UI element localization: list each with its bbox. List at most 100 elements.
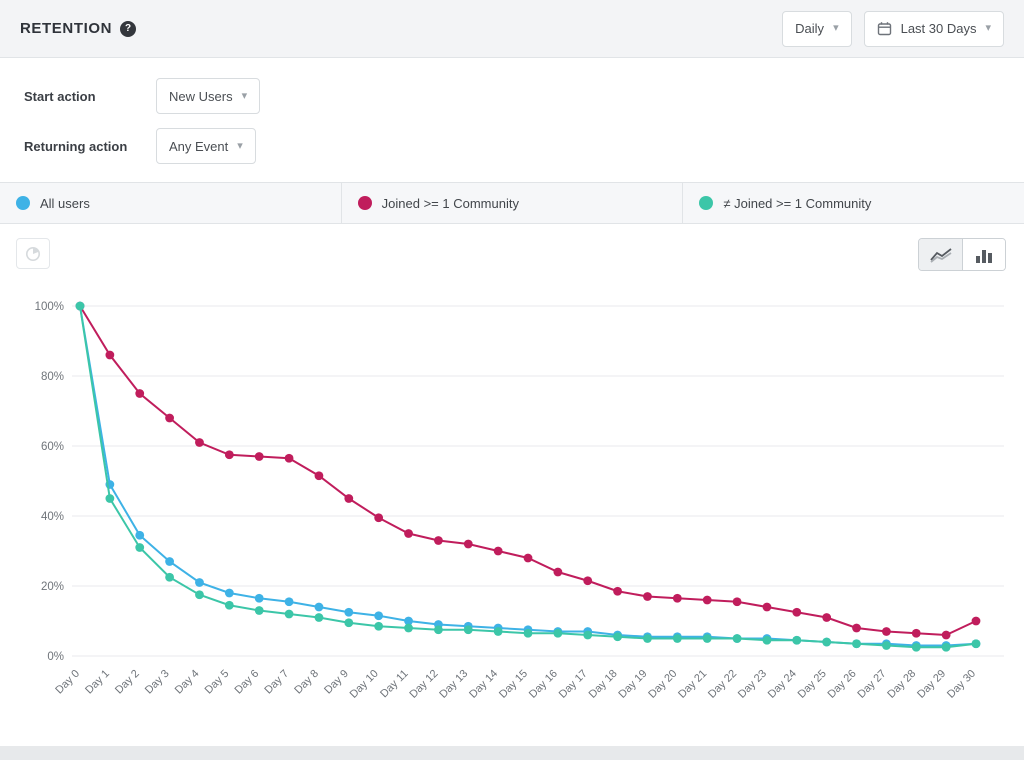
legend-item-all-users[interactable]: All users	[0, 183, 342, 223]
data-point[interactable]	[165, 573, 174, 582]
x-axis-label: Day 27	[855, 668, 888, 701]
data-point[interactable]	[733, 634, 742, 643]
data-point[interactable]	[882, 627, 891, 636]
start-action-row: Start action New Users ▾	[24, 78, 1000, 114]
data-point[interactable]	[434, 625, 443, 634]
chart-options-button[interactable]	[16, 238, 50, 269]
data-point[interactable]	[344, 608, 353, 617]
data-point[interactable]	[524, 554, 533, 563]
data-point[interactable]	[285, 597, 294, 606]
data-point[interactable]	[912, 643, 921, 652]
chart-line	[80, 306, 976, 646]
data-point[interactable]	[912, 629, 921, 638]
data-point[interactable]	[613, 587, 622, 596]
x-axis-label: Day 6	[233, 668, 262, 697]
data-point[interactable]	[374, 513, 383, 522]
data-point[interactable]	[792, 636, 801, 645]
data-point[interactable]	[733, 597, 742, 606]
data-point[interactable]	[374, 611, 383, 620]
data-point[interactable]	[763, 636, 772, 645]
x-axis-label: Day 26	[826, 668, 859, 701]
data-point[interactable]	[225, 601, 234, 610]
data-point[interactable]	[285, 610, 294, 619]
data-point[interactable]	[315, 613, 324, 622]
top-bar: RETENTION ? Daily ▾ Last 30 Days ▾	[0, 0, 1024, 58]
x-axis-label: Day 25	[796, 668, 829, 701]
data-point[interactable]	[882, 641, 891, 650]
data-point[interactable]	[165, 557, 174, 566]
data-point[interactable]	[315, 471, 324, 480]
data-point[interactable]	[225, 450, 234, 459]
data-point[interactable]	[135, 531, 144, 540]
data-point[interactable]	[434, 536, 443, 545]
data-point[interactable]	[852, 624, 861, 633]
data-point[interactable]	[583, 576, 592, 585]
series-legend: All users Joined >= 1 Community ≠ Joined…	[0, 183, 1024, 224]
data-point[interactable]	[763, 603, 772, 612]
data-point[interactable]	[195, 590, 204, 599]
returning-action-row: Returning action Any Event ▾	[24, 128, 1000, 164]
x-axis-label: Day 20	[646, 668, 679, 701]
data-point[interactable]	[344, 494, 353, 503]
data-point[interactable]	[942, 631, 951, 640]
data-point[interactable]	[105, 494, 114, 503]
x-axis-label: Day 14	[467, 668, 500, 701]
data-point[interactable]	[76, 302, 85, 311]
data-point[interactable]	[105, 351, 114, 360]
footer-gap	[0, 746, 1024, 760]
data-point[interactable]	[135, 543, 144, 552]
legend-item-not-joined-community[interactable]: ≠ Joined >= 1 Community	[683, 183, 1024, 223]
data-point[interactable]	[942, 643, 951, 652]
data-point[interactable]	[972, 639, 981, 648]
data-point[interactable]	[404, 529, 413, 538]
data-point[interactable]	[464, 540, 473, 549]
data-point[interactable]	[225, 589, 234, 598]
data-point[interactable]	[195, 578, 204, 587]
data-point[interactable]	[613, 632, 622, 641]
data-point[interactable]	[315, 603, 324, 612]
y-axis-label: 100%	[35, 301, 64, 313]
data-point[interactable]	[972, 617, 981, 626]
data-point[interactable]	[255, 594, 264, 603]
line-chart-toggle-button[interactable]	[919, 239, 962, 270]
start-action-select[interactable]: New Users ▾	[156, 78, 260, 114]
data-point[interactable]	[553, 568, 562, 577]
interval-select[interactable]: Daily ▾	[782, 11, 851, 47]
data-point[interactable]	[643, 634, 652, 643]
data-point[interactable]	[344, 618, 353, 627]
x-axis-label: Day 10	[348, 668, 381, 701]
data-point[interactable]	[643, 592, 652, 601]
data-point[interactable]	[404, 624, 413, 633]
data-point[interactable]	[255, 452, 264, 461]
data-point[interactable]	[255, 606, 264, 615]
data-point[interactable]	[673, 594, 682, 603]
legend-item-joined-community[interactable]: Joined >= 1 Community	[342, 183, 684, 223]
data-point[interactable]	[553, 629, 562, 638]
date-range-value: Last 30 Days	[901, 21, 977, 36]
data-point[interactable]	[822, 613, 831, 622]
data-point[interactable]	[524, 629, 533, 638]
data-point[interactable]	[195, 438, 204, 447]
data-point[interactable]	[792, 608, 801, 617]
data-point[interactable]	[494, 627, 503, 636]
data-point[interactable]	[673, 634, 682, 643]
data-point[interactable]	[852, 639, 861, 648]
x-axis-label: Day 18	[587, 668, 620, 701]
bar-chart-toggle-button[interactable]	[962, 239, 1005, 270]
returning-action-select[interactable]: Any Event ▾	[156, 128, 256, 164]
data-point[interactable]	[135, 389, 144, 398]
help-icon[interactable]: ?	[120, 21, 136, 37]
data-point[interactable]	[703, 596, 712, 605]
data-point[interactable]	[583, 631, 592, 640]
start-action-value: New Users	[169, 89, 233, 104]
date-range-select[interactable]: Last 30 Days ▾	[864, 11, 1004, 47]
data-point[interactable]	[285, 454, 294, 463]
y-axis-label: 80%	[41, 371, 64, 383]
data-point[interactable]	[822, 638, 831, 647]
data-point[interactable]	[494, 547, 503, 556]
data-point[interactable]	[374, 622, 383, 631]
data-point[interactable]	[703, 634, 712, 643]
y-axis-label: 0%	[47, 651, 64, 663]
data-point[interactable]	[165, 414, 174, 423]
data-point[interactable]	[464, 625, 473, 634]
